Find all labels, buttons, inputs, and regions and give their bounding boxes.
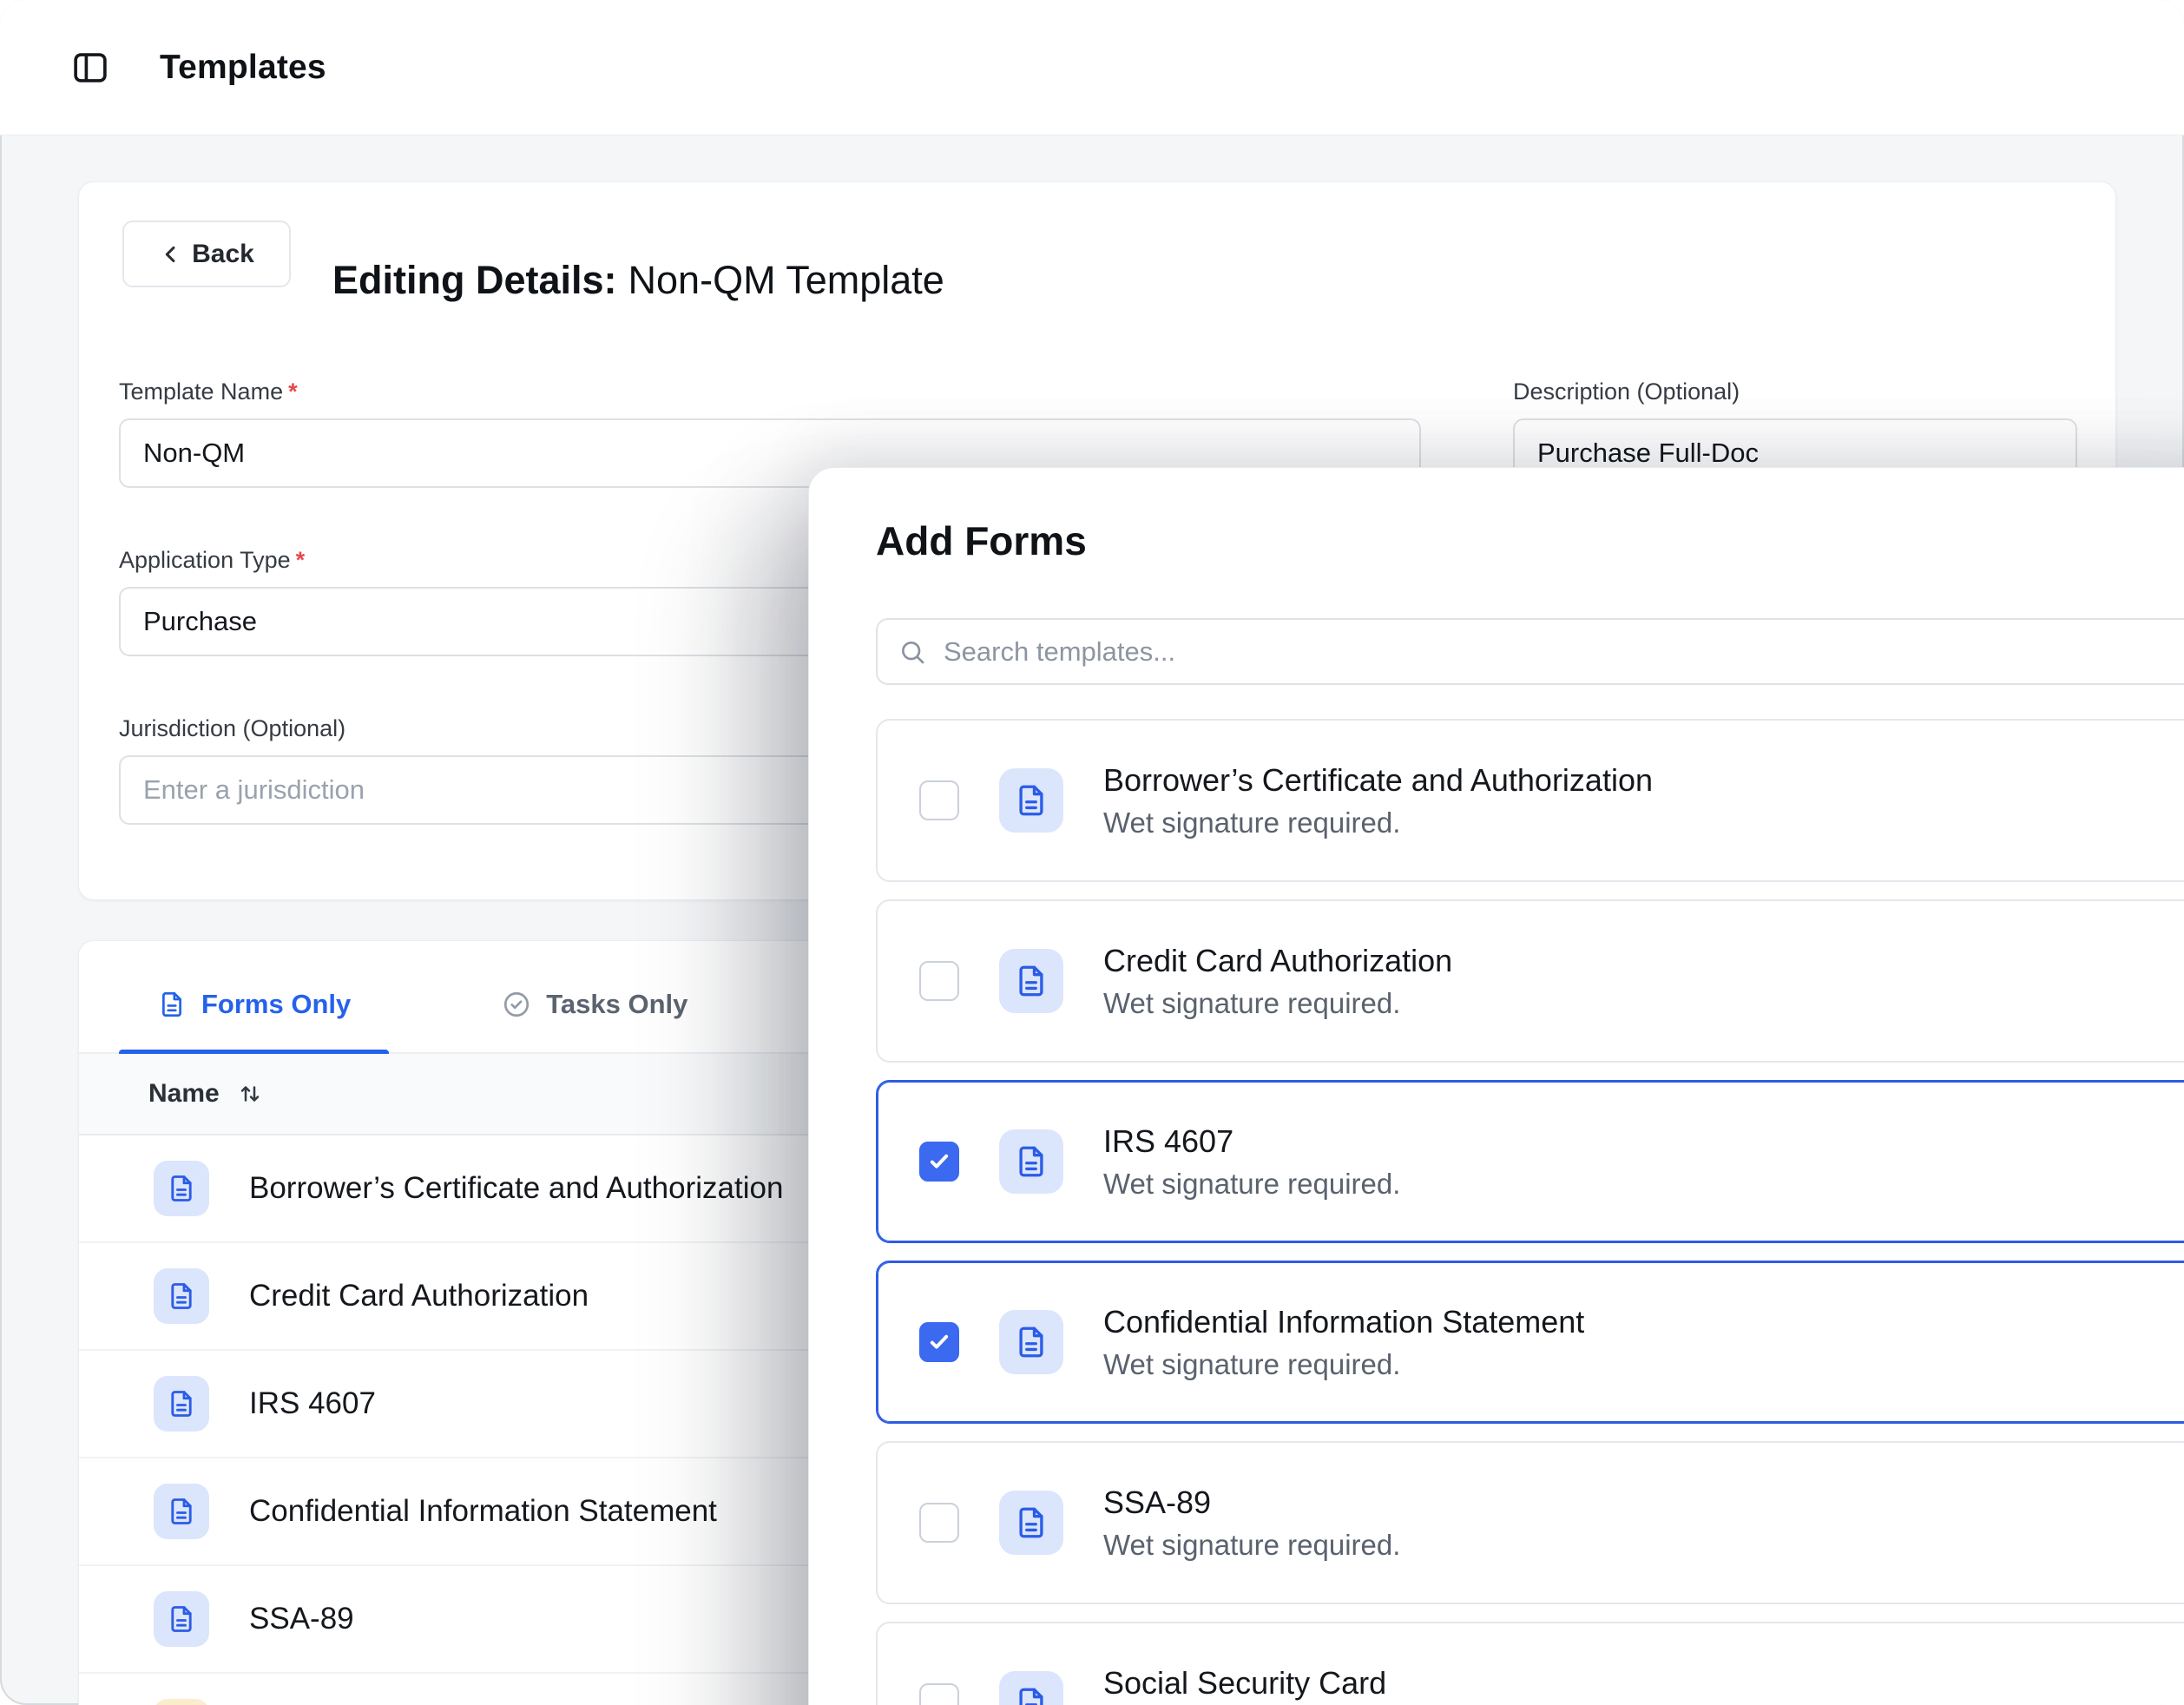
jurisdiction-label: Jurisdiction (Optional) xyxy=(119,715,345,742)
row-name: SSA-89 xyxy=(249,1602,354,1636)
document-icon xyxy=(154,1268,209,1324)
form-card[interactable]: SSA-89 Wet signature required. xyxy=(876,1441,2184,1604)
tab-forms-only-label: Forms Only xyxy=(201,989,351,1020)
form-card-title: Social Security Card xyxy=(1103,1665,1400,1702)
modal-form-list: Borrower’s Certificate and Authorization… xyxy=(876,719,2184,1705)
required-marker: * xyxy=(296,547,306,573)
document-icon xyxy=(999,1491,1063,1555)
search-box[interactable] xyxy=(876,618,2184,685)
form-checkbox[interactable] xyxy=(919,1322,959,1362)
row-name: Credit Card Authorization xyxy=(249,1279,589,1313)
application-type-label: Application Type* xyxy=(119,547,305,574)
form-checkbox[interactable] xyxy=(919,1683,959,1705)
form-card[interactable]: Borrower’s Certificate and Authorization… xyxy=(876,719,2184,882)
document-icon xyxy=(999,768,1063,833)
document-icon xyxy=(154,1591,209,1647)
form-card[interactable]: Social Security Card Wet signature requi… xyxy=(876,1622,2184,1705)
row-name: Borrower’s Certificate and Authorization xyxy=(249,1171,783,1206)
tab-forms-only[interactable]: Forms Only xyxy=(119,957,389,1052)
name-column-header: Name xyxy=(148,1079,220,1109)
form-card-text: Borrower’s Certificate and Authorization… xyxy=(1103,762,1653,839)
app-header: Templates xyxy=(0,0,2184,135)
add-forms-modal: Add Forms Borrower’s Certificate and Aut… xyxy=(808,467,2184,1705)
form-card-text: Social Security Card Wet signature requi… xyxy=(1103,1665,1400,1705)
app-frame: Templates Back Editing Details: Non-QM T… xyxy=(0,0,2184,1705)
sort-arrows-icon xyxy=(237,1081,263,1107)
check-icon xyxy=(926,1329,952,1355)
description-label: Description (Optional) xyxy=(1513,379,1740,405)
document-icon xyxy=(999,949,1063,1013)
form-checkbox[interactable] xyxy=(919,961,959,1001)
form-checkbox[interactable] xyxy=(919,780,959,820)
tab-tasks-only[interactable]: Tasks Only xyxy=(464,957,726,1052)
form-card-text: Credit Card Authorization Wet signature … xyxy=(1103,943,1452,1020)
form-card-subtitle: Wet signature required. xyxy=(1103,1348,1584,1381)
modal-title: Add Forms xyxy=(876,518,2184,564)
editor-heading-prefix: Editing Details: xyxy=(332,258,617,303)
form-card-title: Borrower’s Certificate and Authorization xyxy=(1103,762,1653,799)
form-card-text: Confidential Information Statement Wet s… xyxy=(1103,1304,1584,1381)
document-icon xyxy=(999,1129,1063,1194)
required-marker: * xyxy=(288,379,298,405)
form-card-text: IRS 4607 Wet signature required. xyxy=(1103,1123,1400,1201)
editor-heading-template-name: Non-QM Template xyxy=(628,258,944,303)
tab-tasks-only-label: Tasks Only xyxy=(546,989,687,1020)
form-card[interactable]: Confidential Information Statement Wet s… xyxy=(876,1261,2184,1424)
task-icon xyxy=(154,1699,209,1705)
search-input[interactable] xyxy=(942,635,2184,668)
form-card-text: SSA-89 Wet signature required. xyxy=(1103,1484,1400,1562)
sort-button[interactable] xyxy=(237,1081,263,1107)
row-name: Confidential Information Statement xyxy=(249,1494,717,1529)
document-icon xyxy=(154,1161,209,1216)
form-card[interactable]: IRS 4607 Wet signature required. xyxy=(876,1080,2184,1243)
form-card-title: IRS 4607 xyxy=(1103,1123,1400,1160)
sidebar-toggle-button[interactable] xyxy=(66,43,115,92)
editor-heading: Editing Details: Non-QM Template xyxy=(332,247,944,313)
check-icon xyxy=(926,1149,952,1175)
circle-check-icon xyxy=(502,990,531,1019)
back-button-label: Back xyxy=(192,240,254,269)
sidebar-panel-icon xyxy=(70,48,110,88)
template-name-label: Template Name* xyxy=(119,379,298,405)
form-card-subtitle: Wet signature required. xyxy=(1103,806,1653,839)
form-card-subtitle: Wet signature required. xyxy=(1103,1529,1400,1562)
form-card-subtitle: Wet signature required. xyxy=(1103,987,1452,1020)
chevron-left-icon xyxy=(159,242,183,267)
document-icon xyxy=(999,1671,1063,1705)
form-card-subtitle: Wet signature required. xyxy=(1103,1168,1400,1201)
document-icon xyxy=(157,990,187,1019)
form-checkbox[interactable] xyxy=(919,1503,959,1543)
form-card-title: Credit Card Authorization xyxy=(1103,943,1452,979)
search-icon xyxy=(898,638,926,666)
document-icon xyxy=(999,1310,1063,1374)
form-card-title: SSA-89 xyxy=(1103,1484,1400,1521)
back-button[interactable]: Back xyxy=(122,221,291,287)
document-icon xyxy=(154,1376,209,1432)
page-title: Templates xyxy=(160,49,326,87)
row-name: IRS 4607 xyxy=(249,1386,376,1421)
form-checkbox[interactable] xyxy=(919,1142,959,1182)
document-icon xyxy=(154,1484,209,1539)
form-card-title: Confidential Information Statement xyxy=(1103,1304,1584,1340)
form-card[interactable]: Credit Card Authorization Wet signature … xyxy=(876,899,2184,1063)
